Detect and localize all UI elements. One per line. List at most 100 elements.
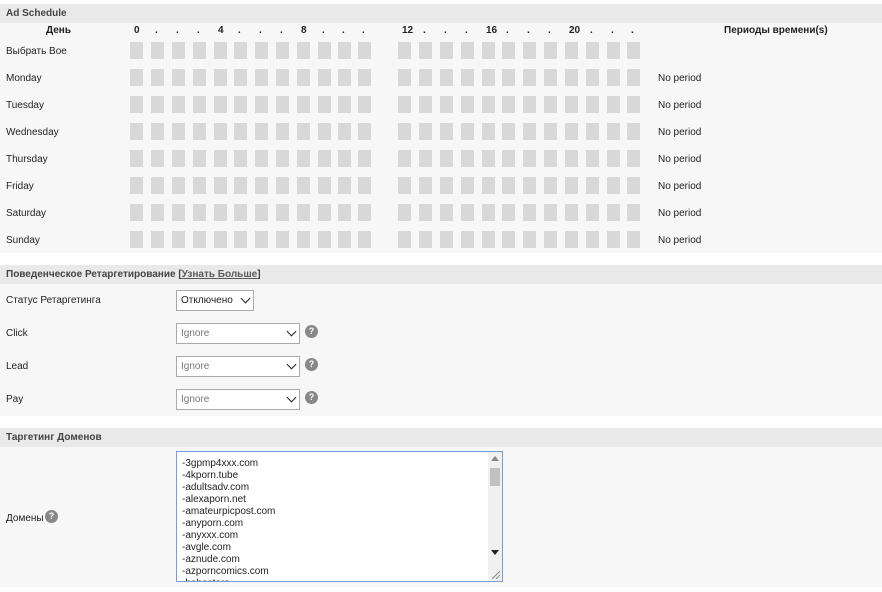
schedule-cell[interactable] xyxy=(461,150,474,167)
schedule-cell[interactable] xyxy=(234,204,247,221)
schedule-cell[interactable] xyxy=(607,177,620,194)
schedule-cell[interactable] xyxy=(398,150,411,167)
schedule-cell[interactable] xyxy=(627,123,640,140)
schedule-cell[interactable] xyxy=(214,204,227,221)
schedule-cell[interactable] xyxy=(523,150,536,167)
schedule-cell[interactable] xyxy=(398,177,411,194)
schedule-cell[interactable] xyxy=(358,231,371,248)
schedule-cell[interactable] xyxy=(565,177,578,194)
schedule-cell[interactable] xyxy=(358,69,371,86)
schedule-cell[interactable] xyxy=(318,150,331,167)
schedule-cell[interactable] xyxy=(151,69,164,86)
schedule-cell[interactable] xyxy=(398,69,411,86)
schedule-cell[interactable] xyxy=(461,96,474,113)
schedule-cell[interactable] xyxy=(318,123,331,140)
schedule-cell[interactable] xyxy=(523,96,536,113)
select-all-hour-cell[interactable] xyxy=(255,42,268,59)
schedule-cell[interactable] xyxy=(398,231,411,248)
pay-select[interactable]: Ignore xyxy=(176,389,300,410)
schedule-cell[interactable] xyxy=(172,231,185,248)
schedule-cell[interactable] xyxy=(523,231,536,248)
schedule-cell[interactable] xyxy=(565,150,578,167)
select-all-hour-cell[interactable] xyxy=(338,42,351,59)
schedule-cell[interactable] xyxy=(565,123,578,140)
schedule-cell[interactable] xyxy=(172,204,185,221)
pay-help-icon[interactable]: ? xyxy=(305,391,318,404)
schedule-cell[interactable] xyxy=(276,177,289,194)
schedule-cell[interactable] xyxy=(627,204,640,221)
schedule-cell[interactable] xyxy=(255,204,268,221)
schedule-cell[interactable] xyxy=(544,150,557,167)
select-all-hour-cell[interactable] xyxy=(523,42,536,59)
schedule-cell[interactable] xyxy=(502,204,515,221)
schedule-cell[interactable] xyxy=(607,150,620,167)
schedule-cell[interactable] xyxy=(482,96,495,113)
schedule-cell[interactable] xyxy=(338,96,351,113)
scroll-thumb[interactable] xyxy=(490,468,500,486)
schedule-cell[interactable] xyxy=(440,69,453,86)
schedule-cell[interactable] xyxy=(419,177,432,194)
schedule-cell[interactable] xyxy=(461,123,474,140)
schedule-cell[interactable] xyxy=(523,204,536,221)
select-all-hour-cell[interactable] xyxy=(214,42,227,59)
schedule-cell[interactable] xyxy=(523,177,536,194)
schedule-cell[interactable] xyxy=(338,204,351,221)
schedule-cell[interactable] xyxy=(440,204,453,221)
select-all-hour-cell[interactable] xyxy=(565,42,578,59)
schedule-cell[interactable] xyxy=(544,231,557,248)
select-all-hour-cell[interactable] xyxy=(130,42,143,59)
schedule-cell[interactable] xyxy=(276,150,289,167)
schedule-cell[interactable] xyxy=(502,177,515,194)
select-all-hour-cell[interactable] xyxy=(419,42,432,59)
schedule-cell[interactable] xyxy=(297,150,310,167)
schedule-cell[interactable] xyxy=(318,96,331,113)
schedule-cell[interactable] xyxy=(482,231,495,248)
schedule-cell[interactable] xyxy=(607,96,620,113)
schedule-cell[interactable] xyxy=(544,204,557,221)
schedule-cell[interactable] xyxy=(586,177,599,194)
schedule-cell[interactable] xyxy=(358,150,371,167)
schedule-cell[interactable] xyxy=(607,123,620,140)
schedule-cell[interactable] xyxy=(544,96,557,113)
schedule-cell[interactable] xyxy=(440,177,453,194)
schedule-cell[interactable] xyxy=(234,123,247,140)
schedule-cell[interactable] xyxy=(482,69,495,86)
schedule-cell[interactable] xyxy=(461,204,474,221)
schedule-cell[interactable] xyxy=(565,96,578,113)
schedule-cell[interactable] xyxy=(276,69,289,86)
schedule-cell[interactable] xyxy=(586,123,599,140)
schedule-cell[interactable] xyxy=(193,123,206,140)
scroll-down-icon[interactable] xyxy=(491,550,499,555)
schedule-cell[interactable] xyxy=(358,177,371,194)
schedule-cell[interactable] xyxy=(502,96,515,113)
lead-help-icon[interactable]: ? xyxy=(305,358,318,371)
schedule-cell[interactable] xyxy=(607,69,620,86)
schedule-cell[interactable] xyxy=(502,69,515,86)
schedule-cell[interactable] xyxy=(419,123,432,140)
schedule-cell[interactable] xyxy=(193,204,206,221)
retargeting-status-select[interactable]: Отключено xyxy=(176,290,254,311)
schedule-cell[interactable] xyxy=(586,231,599,248)
schedule-cell[interactable] xyxy=(461,69,474,86)
select-all-hour-cell[interactable] xyxy=(398,42,411,59)
resize-handle-icon[interactable] xyxy=(489,568,501,580)
select-all-hour-cell[interactable] xyxy=(482,42,495,59)
select-all-hour-cell[interactable] xyxy=(276,42,289,59)
schedule-cell[interactable] xyxy=(398,96,411,113)
select-all-hour-cell[interactable] xyxy=(544,42,557,59)
schedule-cell[interactable] xyxy=(234,69,247,86)
select-all-hour-cell[interactable] xyxy=(318,42,331,59)
schedule-cell[interactable] xyxy=(297,204,310,221)
schedule-cell[interactable] xyxy=(482,204,495,221)
schedule-cell[interactable] xyxy=(627,177,640,194)
schedule-cell[interactable] xyxy=(255,123,268,140)
schedule-cell[interactable] xyxy=(565,69,578,86)
schedule-cell[interactable] xyxy=(172,69,185,86)
select-all-hour-cell[interactable] xyxy=(358,42,371,59)
schedule-cell[interactable] xyxy=(130,69,143,86)
schedule-cell[interactable] xyxy=(544,69,557,86)
schedule-cell[interactable] xyxy=(130,204,143,221)
schedule-cell[interactable] xyxy=(544,123,557,140)
schedule-cell[interactable] xyxy=(318,231,331,248)
schedule-cell[interactable] xyxy=(214,69,227,86)
